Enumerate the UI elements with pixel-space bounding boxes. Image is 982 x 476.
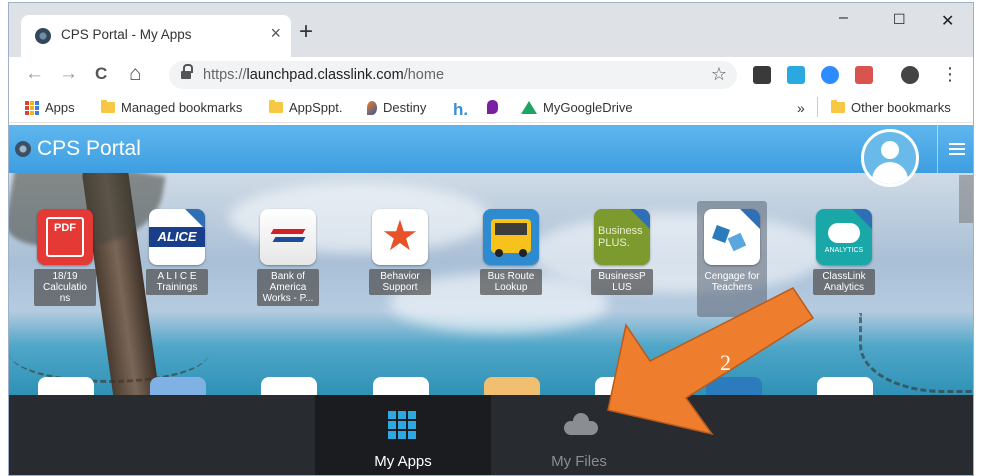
sso-corner-icon <box>852 209 872 229</box>
extension-icon[interactable] <box>753 66 771 84</box>
apps-grid-icon <box>388 411 416 439</box>
portal-header: CPS Portal <box>9 125 973 173</box>
app-tile-calculations[interactable]: PDF 18/19 Calculatio ns <box>30 201 100 306</box>
pdf-extension-icon[interactable] <box>855 66 873 84</box>
pdf-icon: PDF <box>37 209 93 265</box>
portal-favicon-icon <box>35 28 51 44</box>
tab-my-apps-label: My Apps <box>374 453 432 470</box>
cengage-icon <box>704 209 760 265</box>
app-tile-partial[interactable] <box>706 377 762 395</box>
hamburger-menu-icon[interactable] <box>937 125 973 173</box>
cloud-icon <box>564 413 598 435</box>
app-label: BusinessP LUS <box>591 269 653 295</box>
tab-title: CPS Portal - My Apps <box>61 27 192 42</box>
apps-area: PDF 18/19 Calculatio ns ALICE A L I C E … <box>9 173 973 395</box>
tab-my-files[interactable]: My Files <box>491 395 667 475</box>
bookmark-mygoogledrive[interactable]: MyGoogleDrive <box>521 100 633 115</box>
bottom-navigation: My Apps My Files <box>9 395 973 475</box>
alice-icon: ALICE <box>149 209 205 265</box>
bookmarks-bar: Apps Managed bookmarks AppSppt. Destiny … <box>9 93 973 123</box>
app-tile-behavior-support[interactable]: ★ Behavior Support <box>365 201 435 295</box>
star-icon: ★ <box>372 209 428 265</box>
app-tile-partial[interactable] <box>261 377 317 395</box>
bookmarks-divider <box>817 97 818 117</box>
app-label: ClassLink Analytics <box>813 269 875 295</box>
apps-grid-icon <box>25 100 39 115</box>
bookmark-other[interactable]: Other bookmarks <box>831 100 951 115</box>
app-tile-businessplus[interactable]: Business PLUS. BusinessP LUS <box>587 201 657 295</box>
new-tab-button[interactable]: + <box>299 20 313 44</box>
app-tile-partial[interactable] <box>150 377 206 395</box>
folder-icon <box>269 100 283 113</box>
forward-button[interactable]: → <box>59 63 78 85</box>
bookmark-apps[interactable]: Apps <box>25 100 75 115</box>
google-drive-icon <box>521 101 537 114</box>
h-icon: h. <box>453 100 469 119</box>
reload-button[interactable]: C <box>95 63 107 85</box>
app-tile-partial[interactable] <box>373 377 429 395</box>
address-bar[interactable]: https://launchpad.classlink.com/home ☆ <box>169 61 737 89</box>
app-tile-partial[interactable] <box>817 377 873 395</box>
back-button[interactable]: ← <box>25 63 44 85</box>
browser-window: CPS Portal - My Apps × + – ☐ ✕ ← → C ⌂ h… <box>8 2 974 476</box>
app-tile-partial[interactable] <box>595 377 651 395</box>
portal-logo-icon <box>15 141 31 157</box>
tab-my-files-label: My Files <box>551 453 607 470</box>
bank-of-america-icon <box>260 209 316 265</box>
hammock-left <box>9 323 209 383</box>
sso-corner-icon <box>740 209 760 229</box>
app-label: Cengage for Teachers <box>704 271 760 293</box>
zoom-extension-icon[interactable] <box>821 66 839 84</box>
sso-corner-icon <box>185 209 205 229</box>
profile-icon[interactable] <box>901 66 919 84</box>
toolbar: ← → C ⌂ https://launchpad.classlink.com/… <box>9 57 973 93</box>
extension-cloud-icon[interactable] <box>787 66 805 84</box>
browser-tab[interactable]: CPS Portal - My Apps × <box>21 15 291 57</box>
folder-icon <box>831 100 845 113</box>
bookmarks-overflow-icon[interactable]: » <box>797 100 805 116</box>
app-tile-alice[interactable]: ALICE A L I C E Trainings <box>142 201 212 295</box>
app-label: Bank of America Works - P... <box>257 269 319 306</box>
bookmark-appsppt[interactable]: AppSppt. <box>269 100 343 115</box>
app-tile-bank-of-america[interactable]: Bank of America Works - P... <box>253 201 323 306</box>
bookmark-star-icon[interactable]: ☆ <box>711 64 727 85</box>
school-bus-icon <box>483 209 539 265</box>
home-button[interactable]: ⌂ <box>129 63 142 85</box>
businessplus-icon: Business PLUS. <box>594 209 650 265</box>
app-label: 18/19 Calculatio ns <box>34 269 96 306</box>
app-tile-cengage[interactable]: Cengage for Teachers <box>697 201 767 317</box>
analytics-cloud-icon: ANALYTICS <box>816 209 872 265</box>
lock-icon <box>181 64 193 80</box>
destiny-icon <box>367 100 377 115</box>
bookmark-managed[interactable]: Managed bookmarks <box>101 100 242 115</box>
bookmark-p[interactable] <box>487 100 498 114</box>
portal-title: CPS Portal <box>37 137 141 160</box>
url-text: https://launchpad.classlink.com/home <box>203 67 445 83</box>
app-label: A L I C E Trainings <box>146 269 208 295</box>
p-icon <box>487 100 498 114</box>
tab-my-apps[interactable]: My Apps <box>315 395 491 475</box>
app-tile-partial[interactable] <box>484 377 540 395</box>
hammock-right <box>859 313 973 393</box>
bookmark-destiny[interactable]: Destiny <box>367 100 426 115</box>
app-tile-partial[interactable] <box>38 377 94 395</box>
maximize-button[interactable]: ☐ <box>893 11 906 28</box>
scrollbar-thumb[interactable] <box>959 175 973 223</box>
folder-icon <box>101 100 115 113</box>
sso-corner-icon <box>630 209 650 229</box>
browser-menu-icon[interactable]: ⋮ <box>941 63 959 85</box>
minimize-button[interactable]: – <box>839 9 848 27</box>
app-tile-bus-route[interactable]: Bus Route Lookup <box>476 201 546 295</box>
tab-close-icon[interactable]: × <box>270 24 281 42</box>
tab-strip: CPS Portal - My Apps × + – ☐ ✕ <box>9 3 973 57</box>
app-tile-classlink-analytics[interactable]: ANALYTICS ClassLink Analytics <box>809 201 879 295</box>
close-window-button[interactable]: ✕ <box>941 11 954 31</box>
user-avatar[interactable] <box>861 129 919 187</box>
app-label: Bus Route Lookup <box>480 269 542 295</box>
app-label: Behavior Support <box>369 269 431 295</box>
bookmark-h[interactable]: h. <box>453 100 468 120</box>
